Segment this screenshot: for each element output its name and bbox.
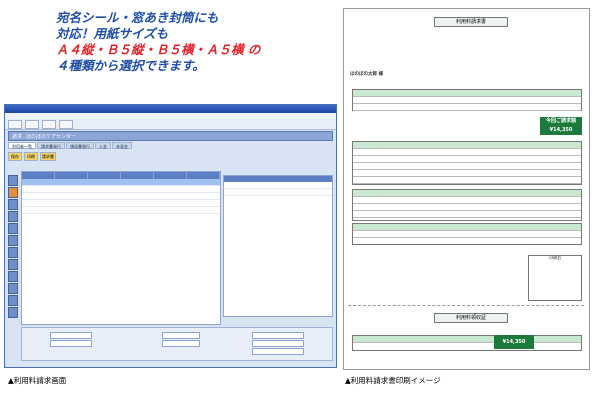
self-pay-table — [352, 189, 582, 221]
screen-title: 請求 — [12, 133, 23, 140]
billing-summary-table — [352, 223, 582, 245]
toolbar-button[interactable] — [25, 119, 39, 129]
index-tab[interactable] — [8, 283, 18, 294]
user-list-table — [21, 171, 221, 325]
index-tab[interactable] — [8, 247, 18, 258]
invoice-recipient: ほのぼの太郎 様 — [350, 72, 384, 77]
print-button[interactable]: 印刷 — [24, 152, 38, 161]
index-tab[interactable] — [8, 271, 18, 282]
amount-label: 今回ご請求額 — [545, 118, 576, 124]
invoice-title: 利用料請求書 — [434, 17, 508, 27]
index-tab[interactable] — [8, 175, 18, 186]
invoice-print-image: 利用料請求書 ほのぼの太郎 様 今回ご請求額 ¥14,350 CR判日 利用料領… — [343, 8, 590, 370]
promo-line-3: Ａ４縦・Ｂ５縦・Ｂ５横・Ａ５横 の — [56, 42, 261, 57]
index-tab[interactable] — [8, 211, 18, 222]
invoice-button[interactable]: 請求書 — [40, 152, 56, 161]
table-row[interactable] — [22, 200, 220, 207]
receipt-table — [352, 335, 582, 351]
toolbar-button[interactable] — [42, 119, 56, 129]
charge-detail-table — [223, 175, 333, 317]
total-field — [162, 332, 200, 339]
total-field — [252, 332, 304, 339]
toolbar-button[interactable] — [8, 119, 22, 129]
service-table — [352, 141, 582, 185]
calendar-title: CR判日 — [549, 256, 561, 260]
promo-line-2: 対応！用紙サイズも — [56, 26, 169, 41]
index-tab[interactable] — [8, 259, 18, 270]
tab-receipt[interactable]: 領収書発行 — [66, 142, 94, 149]
alphabet-index — [8, 175, 18, 325]
total-field — [50, 332, 92, 339]
table-row[interactable] — [22, 186, 220, 193]
tab-payment[interactable]: 入金 — [95, 142, 111, 149]
table-row[interactable] — [224, 189, 332, 196]
tab-unpaid[interactable]: 未収金 — [112, 142, 132, 149]
total-field — [50, 340, 92, 347]
action-buttons: 保存 印刷 請求書 — [8, 152, 333, 161]
screen-tabs: 利用者一覧 請求書発行 領収書発行 入金 未収金 — [8, 142, 333, 149]
total-field — [252, 340, 304, 347]
cut-line — [348, 305, 584, 307]
index-tab[interactable] — [8, 199, 18, 210]
table-row[interactable] — [22, 207, 220, 214]
table-row[interactable] — [224, 182, 332, 189]
billing-screen: 請求 ほのぼのケアセンター 利用者一覧 請求書発行 領収書発行 入金 未収金 保… — [4, 104, 337, 368]
totals-panel — [21, 327, 333, 361]
invoice-info-table — [352, 89, 582, 111]
receipt-amount: ¥14,350 — [494, 335, 534, 349]
left-caption: ▲利用料請求画面 — [8, 376, 67, 385]
index-tab[interactable] — [8, 295, 18, 306]
index-tab[interactable] — [8, 187, 18, 198]
table-header — [22, 172, 220, 179]
calendar: CR判日 — [528, 255, 582, 301]
office-name: ほのぼのケアセンター — [26, 133, 76, 140]
save-button[interactable]: 保存 — [8, 152, 22, 161]
right-caption: ▲利用料請求書印刷イメージ — [345, 376, 441, 385]
promo-line-1: 宛名シール・窓あき封筒にも — [56, 10, 219, 25]
tab-invoice[interactable]: 請求書発行 — [37, 142, 65, 149]
total-field — [252, 348, 304, 355]
amount-value: ¥14,350 — [549, 127, 573, 133]
promo-line-4: ４種類から選択できます。 — [56, 58, 205, 73]
tab-users[interactable]: 利用者一覧 — [8, 142, 36, 149]
receipt-title: 利用料領収証 — [434, 313, 508, 323]
index-tab[interactable] — [8, 223, 18, 234]
total-field — [162, 340, 200, 347]
toolbar-button[interactable] — [59, 119, 73, 129]
table-row[interactable] — [22, 179, 220, 186]
invoice-amount-box: 今回ご請求額 ¥14,350 — [540, 117, 582, 135]
promo-text: 宛名シール・窓あき封筒にも 対応！用紙サイズも Ａ４縦・Ｂ５縦・Ｂ５横・Ａ５横 … — [56, 10, 336, 74]
index-tab[interactable] — [8, 307, 18, 318]
table-row[interactable] — [22, 193, 220, 200]
window-titlebar — [5, 105, 336, 113]
screen-header: 請求 ほのぼのケアセンター — [8, 131, 333, 141]
index-tab[interactable] — [8, 235, 18, 246]
toolbar — [5, 119, 336, 130]
